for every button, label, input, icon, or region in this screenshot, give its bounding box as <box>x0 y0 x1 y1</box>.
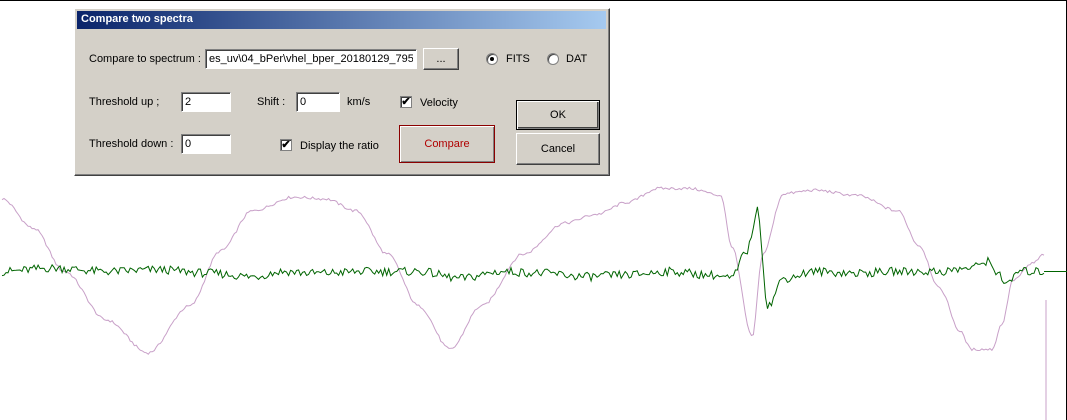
dat-radio[interactable] <box>547 53 559 65</box>
spectrum-path-input[interactable] <box>205 49 417 69</box>
compare-to-label: Compare to spectrum : <box>89 53 201 65</box>
browse-button[interactable]: ... <box>423 48 459 70</box>
fits-radio[interactable] <box>486 53 498 65</box>
ratio-line <box>1 206 1045 309</box>
dialog-title: Compare two spectra <box>81 13 193 25</box>
dat-radio-label: DAT <box>566 53 588 65</box>
dialog-title-bar[interactable]: Compare two spectra <box>77 11 606 29</box>
threshold-up-input[interactable] <box>181 92 231 112</box>
velocity-label: Velocity <box>420 97 458 109</box>
compare-spectra-dialog: Compare two spectra Compare to spectrum … <box>74 8 610 176</box>
threshold-up-label: Threshold up ; <box>89 96 160 108</box>
fits-radio-label: FITS <box>506 53 530 65</box>
threshold-down-label: Threshold down : <box>89 138 174 150</box>
display-ratio-label: Display the ratio <box>300 140 379 152</box>
shift-input[interactable] <box>296 92 340 112</box>
shift-unit: km/s <box>347 96 371 108</box>
shift-label: Shift : <box>257 96 286 108</box>
threshold-down-input[interactable] <box>181 134 231 154</box>
cancel-button[interactable]: Cancel <box>516 133 600 165</box>
velocity-checkbox[interactable]: ✔ <box>400 96 412 108</box>
ok-button[interactable]: OK <box>516 100 600 130</box>
radio-selected-dot <box>490 57 494 61</box>
compare-button[interactable]: Compare <box>399 125 495 163</box>
display-ratio-checkbox[interactable]: ✔ <box>280 139 292 151</box>
